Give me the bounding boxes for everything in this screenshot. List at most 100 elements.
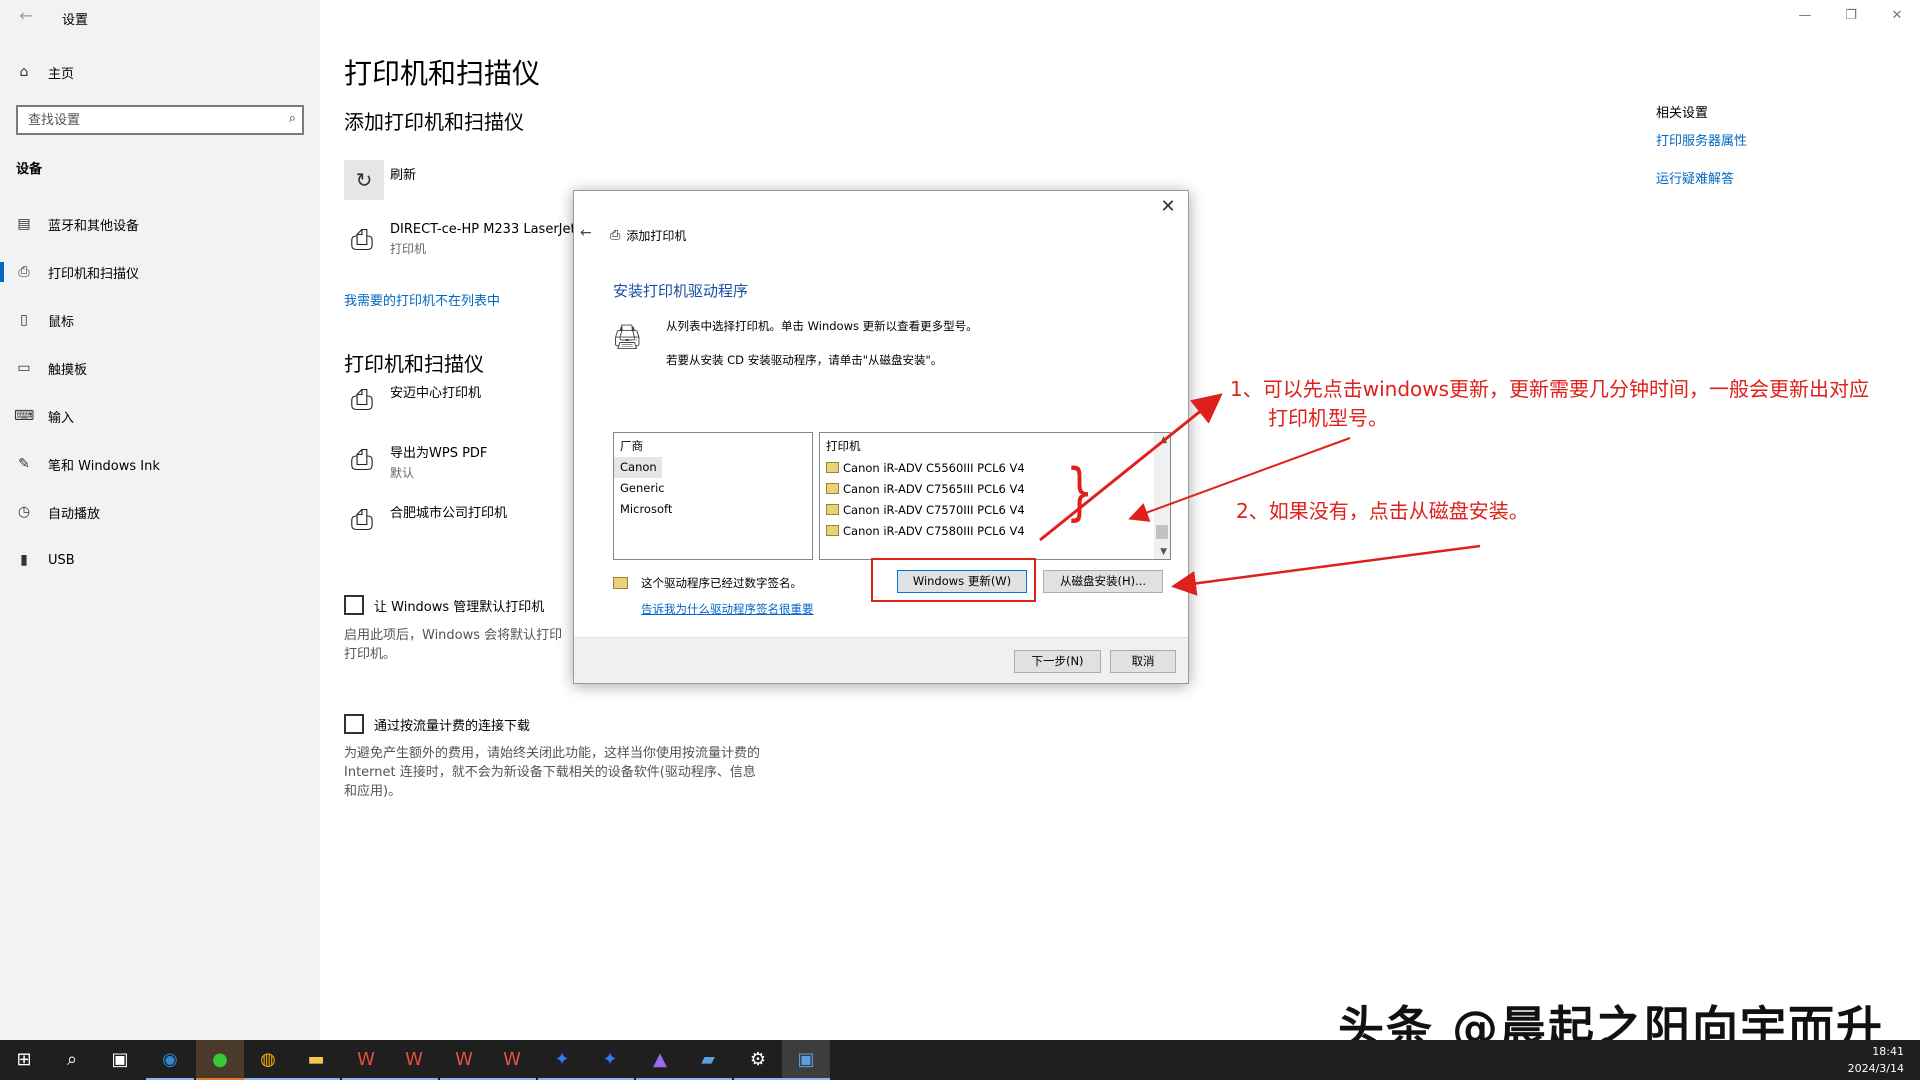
wps-icon[interactable]: W (488, 1040, 536, 1080)
printer-model-label: Canon iR-ADV C7570III PCL6 V4 (843, 502, 1025, 517)
printer-model-item[interactable]: Canon iR-ADV C5560III PCL6 V4 (820, 457, 1170, 478)
annotation-highlight-box (871, 558, 1036, 602)
related-settings-title: 相关设置 (1656, 106, 1709, 121)
printer-name: 合肥城市公司打印机 (390, 506, 508, 521)
dialog-instruction-2: 若要从安装 CD 安装驱动程序，请单击"从磁盘安装"。 (666, 353, 943, 367)
app-icon[interactable]: ◉ (146, 1040, 194, 1080)
sidebar-item-autoplay[interactable]: ◷ 自动播放 (0, 492, 320, 532)
metered-checkbox[interactable] (344, 714, 364, 734)
wps-icon[interactable]: W (440, 1040, 488, 1080)
sidebar-item-printers[interactable]: ⎙ 打印机和扫描仪 (0, 252, 320, 292)
back-arrow-icon[interactable]: ← (14, 6, 38, 28)
bluetooth-icon: ▤ (17, 216, 31, 232)
restore-icon[interactable]: ❐ (1828, 0, 1874, 32)
search-icon[interactable]: ⌕ (48, 1040, 96, 1080)
printers-heading: 打印机和扫描仪 (344, 352, 484, 376)
have-disk-button[interactable]: 从磁盘安装(H)... (1043, 570, 1163, 593)
refresh-label[interactable]: 刷新 (390, 164, 416, 183)
printer-name: 安迈中心打印机 (390, 386, 482, 401)
manufacturer-item[interactable]: Generic (614, 478, 812, 499)
task-view-icon[interactable]: ▣ (96, 1040, 144, 1080)
feather-app-icon[interactable]: ✦ (538, 1040, 586, 1080)
taskbar-clock[interactable]: 18:41 2024/3/14 (1848, 1043, 1904, 1077)
remote-app-icon[interactable]: ▰ (684, 1040, 732, 1080)
signed-driver-icon (613, 577, 628, 589)
sidebar-item-pen[interactable]: ✎ 笔和 Windows Ink (0, 444, 320, 484)
printer-icon: ⎙ (18, 264, 30, 280)
troubleshoot-link[interactable]: 运行疑难解答 (1656, 168, 1734, 187)
scroll-down-icon[interactable]: ▼ (1160, 547, 1167, 557)
window-title: 设置 (62, 13, 89, 28)
manage-default-checkbox[interactable] (344, 595, 364, 615)
wps-icon[interactable]: W (342, 1040, 390, 1080)
start-icon[interactable]: ⊞ (0, 1040, 48, 1080)
printer-model-header: 打印机 (826, 439, 861, 453)
chrome-icon[interactable]: ◍ (244, 1040, 292, 1080)
sidebar-section-title: 设备 (16, 162, 43, 177)
sidebar-item-usb[interactable]: ▮ USB (0, 540, 320, 580)
file-explorer-icon[interactable]: ▬ (292, 1040, 340, 1080)
search-box[interactable]: ⌕ (16, 105, 304, 135)
refresh-icon[interactable]: ↻ (344, 160, 384, 200)
driver-icon (826, 483, 839, 494)
manufacturer-header: 厂商 (620, 439, 643, 453)
manufacturer-list[interactable]: 厂商 Canon Generic Microsoft (613, 432, 813, 560)
wechat-icon[interactable]: ● (196, 1040, 244, 1080)
minimize-icon[interactable]: — (1782, 0, 1828, 32)
print-server-properties-link[interactable]: 打印服务器属性 (1656, 130, 1747, 149)
printer-model-item[interactable]: Canon iR-ADV C7580III PCL6 V4 (820, 520, 1170, 541)
add-printer-dialog: ✕ ← ⎙ 添加打印机 安装打印机驱动程序 🖨 从列表中选择打印机。单击 Win… (573, 190, 1189, 684)
sidebar-item-label: USB (48, 552, 75, 568)
keyboard-icon: ⌨ (14, 408, 35, 424)
scroll-thumb[interactable] (1156, 525, 1168, 539)
printer-icon: ⎙ (350, 383, 374, 416)
clock-date: 2024/3/14 (1847, 1062, 1904, 1075)
back-arrow-icon[interactable]: ← (580, 225, 592, 241)
printer-model-item[interactable]: Canon iR-ADV C7565III PCL6 V4 (820, 478, 1170, 499)
wps-icon[interactable]: W (390, 1040, 438, 1080)
printer-list-item[interactable]: ⎙ 合肥城市公司打印机 (344, 502, 507, 538)
sidebar-item-home[interactable]: ⌂ 主页 (0, 52, 320, 92)
photos-icon[interactable]: ▲ (636, 1040, 684, 1080)
found-device-item[interactable]: ⎙ DIRECT-ce-HP M233 LaserJet 打印机 (344, 222, 576, 258)
touchpad-icon: ▭ (17, 360, 31, 376)
sidebar-item-mouse[interactable]: ▯ 鼠标 (0, 300, 320, 340)
mouse-icon: ▯ (20, 312, 28, 328)
metered-row[interactable]: 通过按流量计费的连接下载 (344, 714, 530, 734)
signed-driver-text: 这个驱动程序已经过数字签名。 (641, 576, 802, 590)
printer-list-item[interactable]: ⎙ 导出为WPS PDF 默认 (344, 442, 488, 481)
metered-desc-3: 和应用)。 (344, 784, 402, 799)
metered-label: 通过按流量计费的连接下载 (374, 718, 531, 734)
search-icon[interactable]: ⌕ (289, 111, 296, 126)
sidebar-item-input[interactable]: ⌨ 输入 (0, 396, 320, 436)
clock-time: 18:41 (1872, 1045, 1904, 1058)
printer-model-list[interactable]: 打印机 Canon iR-ADV C5560III PCL6 V4 Canon … (819, 432, 1171, 560)
manage-default-row[interactable]: 让 Windows 管理默认打印机 (344, 595, 544, 615)
dialog-title-bar: ⎙ 添加打印机 (610, 227, 686, 244)
printer-not-listed-link[interactable]: 我需要的打印机不在列表中 (344, 290, 500, 309)
printer-list-scrollbar[interactable]: ▲ ▼ (1154, 433, 1170, 559)
printer-window-icon[interactable]: ▣ (782, 1040, 830, 1080)
printer-list-item[interactable]: ⎙ 安迈中心打印机 (344, 382, 481, 418)
next-button[interactable]: 下一步(N) (1014, 650, 1101, 673)
close-icon[interactable]: ✕ (1874, 0, 1920, 32)
cancel-button[interactable]: 取消 (1110, 650, 1176, 673)
manufacturer-item-selected[interactable]: Canon (614, 457, 662, 478)
driver-signing-link[interactable]: 告诉我为什么驱动程序签名很重要 (641, 601, 814, 617)
sidebar-item-bluetooth[interactable]: ▤ 蓝牙和其他设备 (0, 204, 320, 244)
annotation-note-2: 2、如果没有，点击从磁盘安装。 (1236, 499, 1529, 523)
printer-model-label: Canon iR-ADV C7565III PCL6 V4 (843, 481, 1025, 496)
sidebar-item-label: 蓝牙和其他设备 (48, 218, 140, 234)
manufacturer-item[interactable]: Microsoft (614, 499, 812, 520)
annotation-note-1-line-2: 打印机型号。 (1268, 406, 1388, 430)
search-input[interactable] (28, 107, 268, 133)
sidebar-item-touchpad[interactable]: ▭ 触摸板 (0, 348, 320, 388)
printer-icon: ⎙ (350, 443, 374, 476)
dialog-title: 添加打印机 (626, 229, 687, 243)
close-icon[interactable]: ✕ (1156, 195, 1180, 219)
gear-icon[interactable]: ⚙ (734, 1040, 782, 1080)
printer-model-item[interactable]: Canon iR-ADV C7570III PCL6 V4 (820, 499, 1170, 520)
feather-app-icon[interactable]: ✦ (586, 1040, 634, 1080)
scroll-up-icon[interactable]: ▲ (1160, 435, 1167, 445)
driver-icon (826, 525, 839, 536)
